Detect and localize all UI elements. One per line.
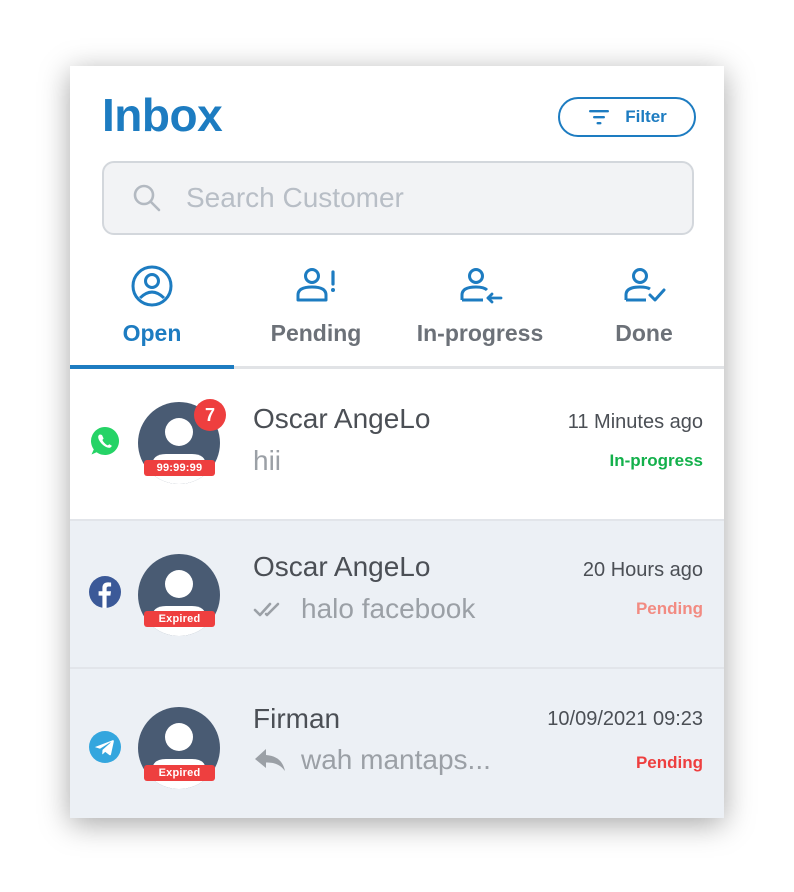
conversation-row[interactable]: Expired Oscar AngeLo halo facebook 20 Ho…	[70, 521, 724, 669]
search-box	[102, 161, 694, 235]
inbox-panel: Inbox Filter Open	[70, 66, 724, 818]
conversation-list: 99:99:99 7 Oscar AngeLo hii 11 Minutes a…	[70, 369, 724, 818]
status-label: Pending	[635, 753, 703, 772]
filter-button[interactable]: Filter	[558, 97, 696, 137]
search-icon	[133, 184, 161, 212]
user-alert-icon	[296, 268, 335, 302]
expired-tag: Expired	[144, 765, 215, 781]
tab-done[interactable]: Done	[562, 256, 724, 366]
user-arrow-icon	[460, 268, 503, 304]
conversation-row[interactable]: 99:99:99 7 Oscar AngeLo hii 11 Minutes a…	[70, 369, 724, 521]
message-preview: hii	[253, 445, 281, 477]
conversation-row[interactable]: Expired Firman wah mantaps... 10/09/2021…	[70, 669, 724, 818]
double-check-icon	[253, 602, 280, 617]
contact-name: Oscar AngeLo	[253, 551, 431, 582]
tab-open[interactable]: Open	[70, 256, 234, 369]
tab-label: Done	[615, 320, 673, 346]
filter-label: Filter	[625, 107, 667, 126]
expired-tag: Expired	[144, 611, 215, 627]
user-check-icon	[624, 268, 666, 302]
timer-tag: 99:99:99	[144, 460, 215, 476]
contact-name: Oscar AngeLo	[253, 403, 431, 434]
message-preview: halo facebook	[253, 593, 475, 625]
message-text: hii	[253, 445, 282, 476]
status-tabs: Open Pending In-progress Done	[70, 256, 724, 369]
timestamp: 10/09/2021 09:23	[547, 708, 703, 730]
user-circle-icon	[131, 265, 173, 307]
message-preview: wah mantaps...	[253, 744, 491, 776]
facebook-icon	[89, 576, 121, 608]
contact-name: Firman	[253, 703, 341, 734]
tab-in-progress[interactable]: In-progress	[398, 256, 562, 366]
tab-label: Pending	[270, 320, 362, 346]
tab-label: In-progress	[416, 320, 544, 346]
reply-icon	[255, 749, 285, 771]
tab-pending[interactable]: Pending	[234, 256, 398, 366]
message-text: halo facebook	[301, 593, 476, 624]
unread-badge: 7	[194, 399, 226, 431]
filter-icon	[589, 110, 610, 125]
status-label: In-progress	[609, 451, 703, 470]
status-label: Pending	[635, 599, 703, 618]
timestamp: 20 Hours ago	[582, 559, 703, 581]
tab-label: Open	[122, 320, 182, 346]
whatsapp-icon	[91, 427, 119, 455]
telegram-icon	[89, 731, 121, 763]
message-text: wah mantaps...	[301, 744, 491, 775]
timestamp: 11 Minutes ago	[567, 411, 703, 433]
search-input[interactable]	[184, 181, 648, 215]
page-title: Inbox	[102, 89, 223, 141]
